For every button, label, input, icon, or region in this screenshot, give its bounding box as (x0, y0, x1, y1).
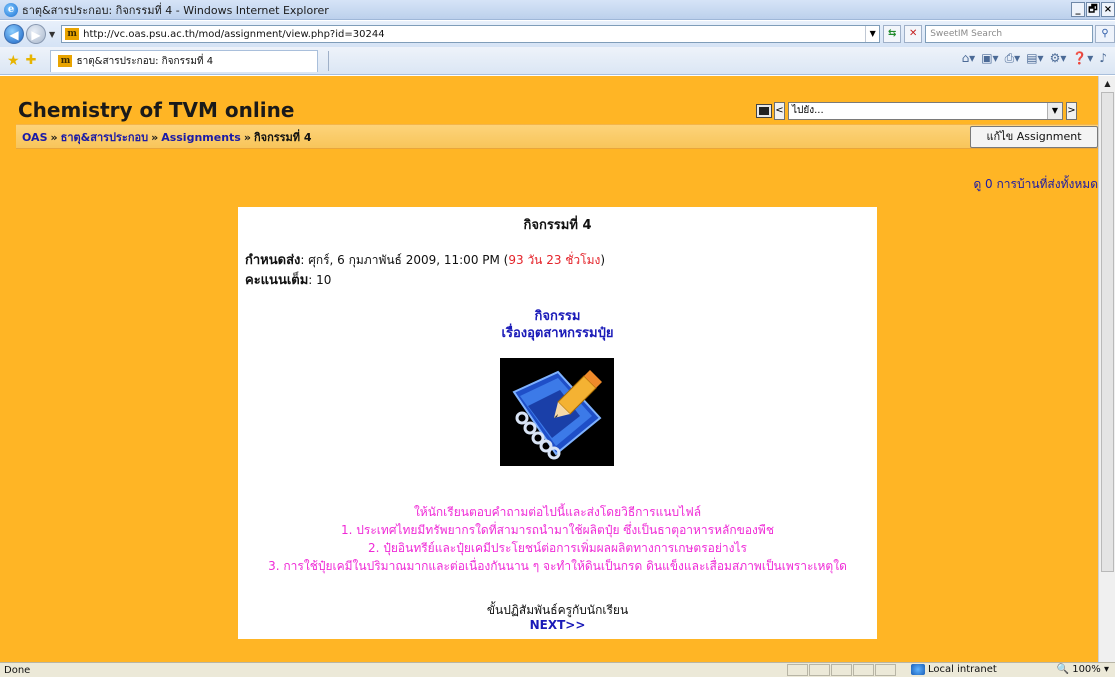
search-input[interactable]: SweetIM Search (925, 25, 1094, 43)
grade-value: : 10 (308, 273, 332, 287)
status-cell (853, 664, 874, 676)
breadcrumb-bar: OAS» ธาตุ&สารประกอบ» Assignments» กิจกรรมที… (16, 124, 1098, 149)
assignment-title: กิจกรรมที่ 4 (523, 218, 592, 233)
question-intro: ให้นักเรียนตอบคำถามต่อไปนี้และส่งโดยวิธี… (413, 505, 702, 519)
breadcrumb-current: กิจกรรมที่ 4 (253, 130, 312, 144)
tab-current[interactable]: m ธาตุ&สารประกอบ: กิจกรรมที่ 4 (50, 49, 319, 72)
question-item: 1. ประเทศไทยมีทรัพยากรใดที่สามารถนำมาใช้… (341, 523, 774, 537)
page-icon[interactable]: ▤▾ (1026, 51, 1043, 66)
tools-icon[interactable]: ⚙▾ (1050, 51, 1067, 66)
chevron-down-icon[interactable]: ▼ (1047, 103, 1062, 119)
due-value: : ศุกร์, 6 กุมภาพันธ์ 2009, 11:00 PM ( (300, 253, 509, 267)
jump-select-value: ไปยัง... (792, 105, 824, 116)
help-icon[interactable]: ❓▾ (1072, 51, 1093, 66)
favorites-star-icon[interactable]: ★ (7, 53, 20, 69)
status-cell (875, 664, 896, 676)
site-favicon-icon: m (65, 28, 80, 40)
breadcrumb-separator: » (243, 130, 251, 144)
next-link[interactable]: NEXT>> (238, 618, 877, 632)
add-favorites-icon[interactable]: ✚ (26, 53, 37, 68)
scroll-up-icon[interactable]: ▲ (1099, 76, 1115, 92)
home-icon[interactable]: ⌂▾ (962, 51, 976, 66)
feeds-icon[interactable]: ▣▾ (981, 51, 998, 66)
new-tab-button[interactable] (328, 50, 340, 71)
security-zone: Local intranet (911, 664, 997, 675)
view-submissions-link[interactable]: ดู 0 การบ้านที่ส่งทั้งหมด (973, 175, 1098, 194)
edit-assignment-button[interactable]: แก้ไข Assignment (970, 126, 1098, 148)
breadcrumb-section[interactable]: Assignments (161, 131, 241, 144)
tab-toolbar: ★ ✚ m ธาตุ&สารประกอบ: กิจกรรมที่ 4 ⌂▾ ▣▾… (0, 47, 1115, 75)
forward-button[interactable]: ▶ (25, 24, 46, 44)
status-cell (831, 664, 852, 676)
activity-line-1: กิจกรรม (534, 309, 581, 324)
tab-label: ธาตุ&สารประกอบ: กิจกรรมที่ 4 (76, 55, 214, 67)
vertical-scrollbar[interactable]: ▲ (1098, 76, 1115, 662)
status-cell (809, 664, 830, 676)
notebook-pencil-icon (500, 358, 614, 466)
jump-select[interactable]: ไปยัง... ▼ (788, 102, 1063, 120)
breadcrumb-home[interactable]: OAS (22, 131, 48, 144)
question-item: 3. การใช้ปุ๋ยเคมีในปริมาณมากและต่อเนื่อง… (268, 559, 847, 573)
jump-next-button[interactable]: > (1066, 102, 1077, 120)
breadcrumb: OAS» ธาตุ&สารประกอบ» Assignments» กิจกรรมที… (22, 128, 312, 146)
scroll-thumb[interactable] (1101, 92, 1114, 572)
max-grade: คะแนนเต็ม: 10 (245, 269, 331, 290)
window-title: ธาตุ&สารประกอบ: กิจกรรมที่ 4 - Windows I… (22, 3, 329, 17)
breadcrumb-separator: » (151, 130, 159, 144)
jump-prev-button[interactable]: < (774, 102, 785, 120)
window-controls: _ 🗗 × (1070, 2, 1115, 17)
stop-button[interactable]: ✕ (904, 25, 923, 43)
jump-menu-icon (756, 104, 772, 118)
zoom-level: 100% (1072, 664, 1101, 675)
status-cell (787, 664, 808, 676)
close-button[interactable]: × (1101, 2, 1115, 17)
ie-logo-icon: e (4, 2, 18, 17)
question-item: 2. ปุ๋ยอินทรีย์และปุ๋ยเคมีประโยชน์ต่อการ… (368, 541, 747, 555)
command-bar: ⌂▾ ▣▾ ⎙▾ ▤▾ ⚙▾ ❓▾ ♪ (962, 51, 1107, 66)
activity-line-2: เรื่องอุตสาหกรรมปุ๋ย (501, 326, 614, 341)
grade-label: คะแนนเต็ม (245, 273, 309, 288)
due-close: ) (600, 253, 606, 267)
activity-heading: กิจกรรม เรื่องอุตสาหกรรมปุ๋ย (238, 308, 877, 342)
breadcrumb-course[interactable]: ธาตุ&สารประกอบ (61, 131, 148, 144)
intranet-icon (911, 664, 925, 675)
questions-list: ให้นักเรียนตอบคำถามต่อไปนี้และส่งโดยวิธี… (238, 503, 877, 575)
address-url[interactable]: http://vc.oas.psu.ac.th/mod/assignment/v… (83, 29, 865, 40)
site-title: Chemistry of TVM online (18, 98, 295, 122)
page-viewport: Chemistry of TVM online < ไปยัง... ▼ > O… (0, 76, 1098, 662)
window-titlebar: e ธาตุ&สารประกอบ: กิจกรรมที่ 4 - Windows… (0, 0, 1115, 20)
restore-button[interactable]: 🗗 (1086, 2, 1100, 17)
refresh-button[interactable]: ⇆ (883, 25, 902, 43)
status-text: Done (4, 664, 31, 676)
address-toolbar: ◀ ▶ ▼ m http://vc.oas.psu.ac.th/mod/assi… (0, 21, 1115, 47)
address-input[interactable]: m http://vc.oas.psu.ac.th/mod/assignment… (61, 25, 881, 43)
history-dropdown-icon[interactable]: ▼ (49, 30, 55, 39)
assignment-box: กิจกรรมที่ 4 กำหนดส่ง: ศุกร์, 6 กุมภาพัน… (238, 207, 877, 639)
tab-favicon-icon: m (58, 55, 73, 67)
address-dropdown-icon[interactable]: ▼ (865, 26, 879, 42)
back-button[interactable]: ◀ (4, 24, 24, 44)
print-icon[interactable]: ⎙▾ (1005, 51, 1021, 66)
jump-menu: < ไปยัง... ▼ > (756, 102, 1077, 120)
status-cells (787, 664, 897, 676)
zoom-control[interactable]: 🔍 100% ▾ (1057, 664, 1109, 675)
breadcrumb-separator: » (50, 130, 58, 144)
zone-label: Local intranet (928, 664, 997, 675)
due-label: กำหนดส่ง (245, 253, 301, 268)
due-date: กำหนดส่ง: ศุกร์, 6 กุมภาพันธ์ 2009, 11:0… (245, 249, 605, 270)
research-icon[interactable]: ♪ (1099, 51, 1107, 66)
minimize-button[interactable]: _ (1071, 2, 1085, 17)
status-bar: Done Local intranet 🔍 100% ▾ (0, 662, 1115, 677)
search-icon[interactable]: ⚲ (1095, 25, 1115, 43)
time-remaining: 93 วัน 23 ชั่วโมง (508, 253, 601, 267)
